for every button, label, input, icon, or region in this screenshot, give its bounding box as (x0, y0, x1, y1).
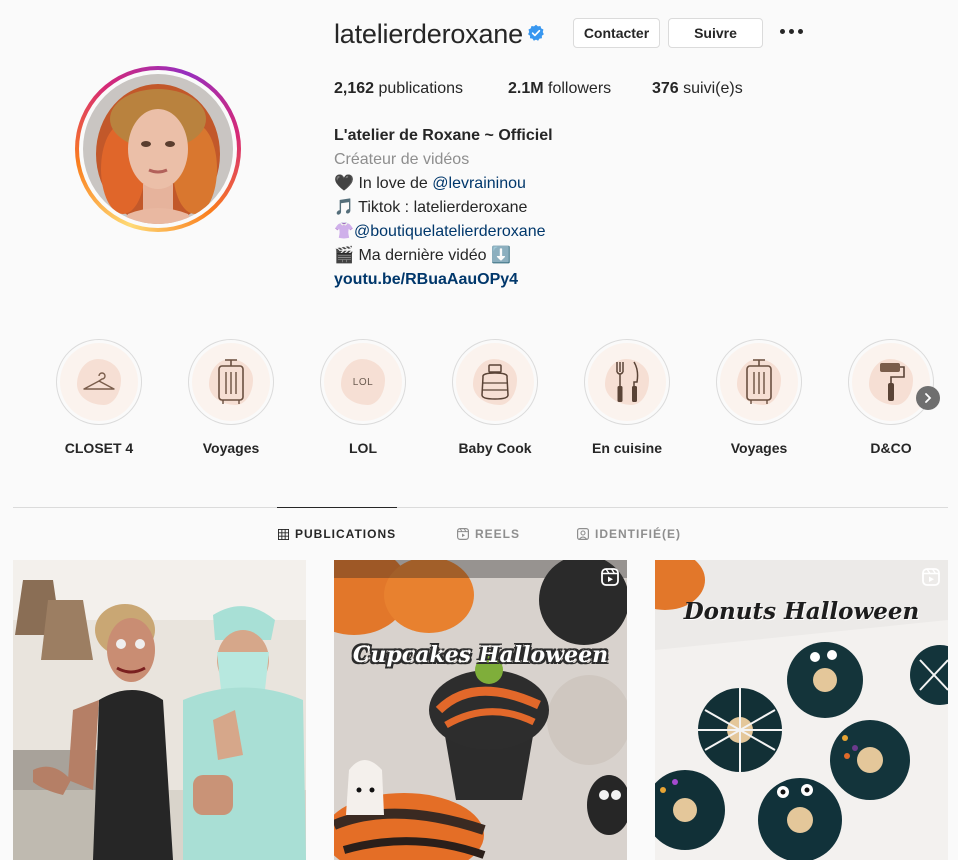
clapper-board-icon: 🎬 (334, 247, 354, 264)
avatar-image (83, 74, 233, 224)
suitcase-icon (218, 359, 244, 404)
highlight-label: LOL (349, 440, 377, 456)
post-image (334, 560, 627, 860)
following-count-value: 376 (652, 80, 679, 97)
highlight-label: Baby Cook (458, 440, 532, 456)
tabs-divider (13, 507, 948, 508)
highlight-ring (452, 339, 538, 425)
bio-mention-boutique[interactable]: @boutiquelatelierderoxane (354, 223, 545, 240)
post-overlay-title: Cupcakes Halloween (352, 642, 609, 668)
bio-external-link[interactable]: youtu.be/RBuaAauOPy4 (334, 268, 553, 292)
highlight-closet[interactable]: CLOSET 4 (44, 339, 154, 456)
highlight-ring (188, 339, 274, 425)
highlight-ring (716, 339, 802, 425)
bio-line-tiktok: 🎵 Tiktok : latelierderoxane (334, 196, 553, 220)
bio-line-video-text: Ma dernière vidéo (354, 247, 491, 264)
black-heart-icon: 🖤 (334, 175, 354, 192)
post-overlay-title: Donuts Halloween (683, 598, 920, 625)
posts-count: 2,162 publications (334, 80, 463, 98)
follow-button[interactable]: Suivre (668, 18, 763, 48)
following-count[interactable]: 376 suivi(e)s (652, 80, 743, 98)
highlight-lol[interactable]: LOL LOL (308, 339, 418, 456)
followers-count-value: 2.1M (508, 80, 544, 97)
contact-button[interactable]: Contacter (573, 18, 660, 48)
more-options-icon[interactable] (780, 25, 803, 38)
highlight-ring (848, 339, 934, 425)
suitcase-icon (746, 359, 772, 404)
highlight-en-cuisine[interactable]: En cuisine (572, 339, 682, 456)
highlight-baby-cook[interactable]: Baby Cook (440, 339, 550, 456)
highlight-voyages-2[interactable]: Voyages (704, 339, 814, 456)
reels-icon (457, 528, 469, 540)
post-thumbnail-donuts-halloween[interactable]: Donuts Halloween (655, 560, 948, 860)
music-note-icon: 🎵 (334, 199, 354, 216)
grid-icon (278, 528, 289, 540)
posts-count-value: 2,162 (334, 80, 375, 97)
hanger-icon (83, 372, 115, 390)
bio-line-love-text: In love de (354, 175, 433, 192)
bio-line-love: 🖤 In love de @levraininou (334, 172, 553, 196)
highlight-ring (56, 339, 142, 425)
profile-avatar[interactable] (83, 74, 233, 224)
followers-count-label: followers (543, 80, 612, 97)
following-count-label: suivi(e)s (678, 80, 743, 97)
verified-badge-icon (528, 24, 544, 41)
highlight-ring: LOL (320, 339, 406, 425)
posts-count-label: publications (374, 80, 463, 97)
bio-line-boutique: 👚@boutiquelatelierderoxane (334, 220, 553, 244)
highlight-label: Voyages (730, 440, 788, 456)
highlight-voyages[interactable]: Voyages (176, 339, 286, 456)
baby-food-jar-icon (481, 364, 509, 400)
active-tab-indicator (277, 507, 397, 508)
fork-knife-icon (616, 361, 639, 402)
tab-publications[interactable]: PUBLICATIONS (278, 527, 396, 541)
blouse-icon: 👚 (334, 223, 354, 240)
tab-reels-label: REELS (475, 527, 521, 541)
tagged-icon (577, 528, 589, 540)
profile-category: Créateur de vidéos (334, 151, 470, 168)
paint-roller-icon (880, 363, 905, 401)
tab-reels[interactable]: REELS (457, 527, 520, 541)
bio-mention-levraininou[interactable]: @levraininou (432, 175, 526, 192)
highlight-label: En cuisine (591, 440, 663, 456)
profile-username: latelierderoxane (334, 19, 523, 49)
chevron-right-icon (925, 393, 932, 403)
highlight-label: D&CO (870, 440, 912, 456)
post-image (13, 560, 306, 860)
avatar-gap (79, 70, 237, 228)
tab-tagged[interactable]: IDENTIFIÉ(E) (577, 527, 681, 541)
reel-badge-icon (601, 568, 619, 586)
profile-full-name: L'atelier de Roxane ~ Officiel (334, 127, 553, 144)
highlight-label: CLOSET 4 (64, 440, 134, 456)
bio-line-video: 🎬 Ma dernière vidéo ⬇️ (334, 244, 553, 268)
tab-tagged-label: IDENTIFIÉ(E) (595, 527, 681, 541)
followers-count[interactable]: 2.1M followers (508, 80, 611, 98)
lol-text: LOL (352, 376, 374, 388)
down-arrow-icon: ⬇️ (490, 247, 511, 264)
highlights-next-button[interactable] (916, 386, 940, 410)
reel-badge-icon (922, 568, 940, 586)
profile-bio: L'atelier de Roxane ~ Officiel Créateur … (334, 124, 553, 292)
tab-publications-label: PUBLICATIONS (295, 527, 397, 541)
bio-line-tiktok-text: Tiktok : latelierderoxane (354, 199, 528, 216)
profile-avatar-ring[interactable] (75, 66, 241, 232)
highlight-ring (584, 339, 670, 425)
post-thumbnail-cupcakes-halloween[interactable]: Cupcakes Halloween (334, 560, 627, 860)
post-thumbnail-halloween-costume[interactable] (13, 560, 306, 860)
highlight-label: Voyages (202, 440, 260, 456)
